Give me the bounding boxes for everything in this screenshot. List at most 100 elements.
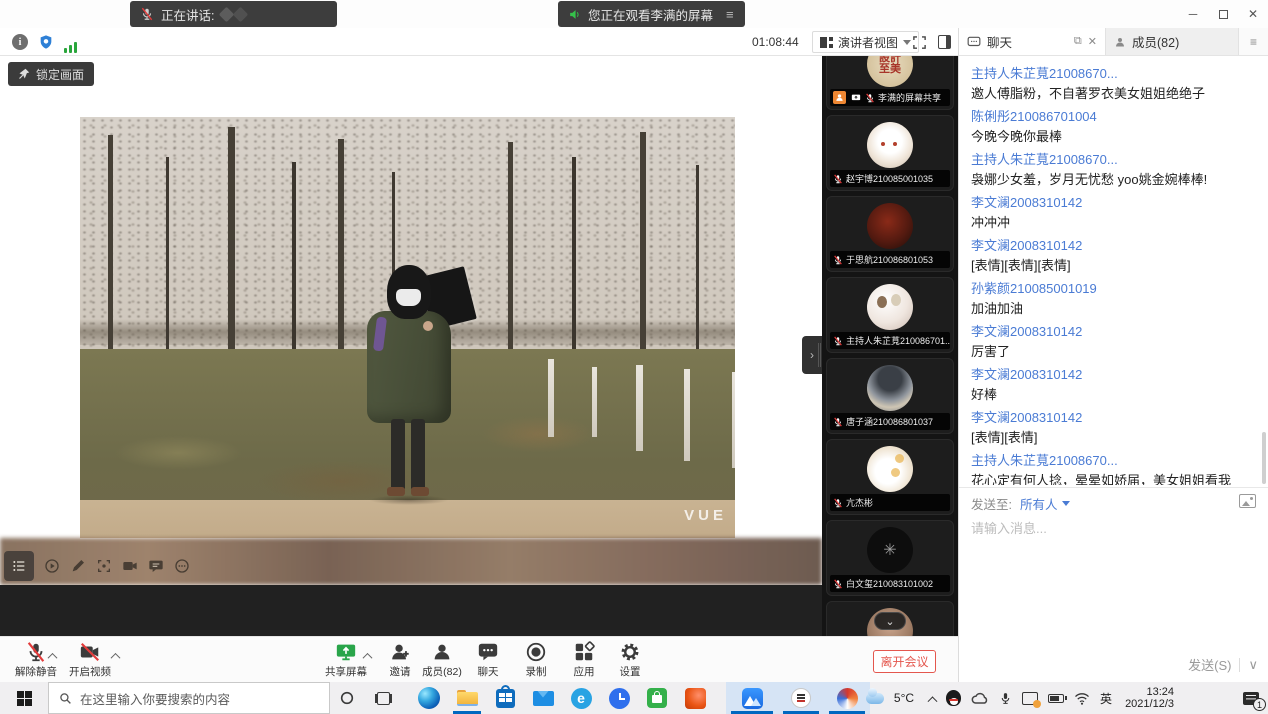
network-signal-icon[interactable] bbox=[64, 37, 80, 53]
screen-cast-icon[interactable] bbox=[1017, 682, 1043, 714]
tab-chat[interactable]: 聊天 ⧉ ✕ bbox=[959, 28, 1105, 55]
speaking-indicator: 正在讲话: bbox=[130, 1, 337, 27]
cortana-icon[interactable] bbox=[334, 682, 360, 714]
comment-icon[interactable] bbox=[148, 558, 164, 574]
hidden-icons-chevron[interactable] bbox=[924, 682, 941, 714]
start-button[interactable] bbox=[0, 682, 48, 714]
send-image-icon[interactable] bbox=[1239, 494, 1256, 508]
speaker-avatar bbox=[233, 6, 249, 22]
scroll-more-button[interactable]: ⌄ bbox=[874, 612, 906, 630]
invite-icon bbox=[389, 641, 411, 663]
shield-icon[interactable] bbox=[38, 34, 54, 50]
chat-panel: 聊天 ⧉ ✕ 成员(82) ≡ 主持人朱芷萈21008670... 邀人傅脂粉，… bbox=[958, 28, 1268, 682]
view-mode-dropdown[interactable]: 演讲者视图 bbox=[812, 31, 919, 53]
office-icon[interactable] bbox=[676, 682, 714, 714]
participant-tile[interactable]: 唐子涵210086801037 bbox=[826, 358, 954, 434]
close-chat-icon[interactable]: ✕ bbox=[1088, 35, 1097, 48]
taskbar-clock[interactable]: 13:242021/12/3 bbox=[1117, 686, 1182, 711]
green-store-app-icon[interactable] bbox=[638, 682, 676, 714]
title-bar: 正在讲话: 您正在观看李满的屏幕 ≡ ─ ✕ bbox=[0, 0, 1268, 28]
store-icon[interactable] bbox=[486, 682, 524, 714]
clock-time: 13:24 bbox=[1125, 686, 1174, 699]
meeting-app-icon[interactable] bbox=[726, 682, 778, 714]
list-icon[interactable] bbox=[4, 551, 34, 581]
minimize-button[interactable]: ─ bbox=[1178, 0, 1208, 28]
clock-app-icon[interactable] bbox=[600, 682, 638, 714]
avatar-scarf bbox=[867, 365, 913, 411]
settings-button[interactable]: 设置 bbox=[602, 641, 658, 679]
layout-panel-icon[interactable] bbox=[938, 35, 951, 49]
battery-icon[interactable] bbox=[1043, 682, 1069, 714]
mail-icon[interactable] bbox=[524, 682, 562, 714]
camera-muted-icon bbox=[79, 641, 101, 663]
close-button[interactable]: ✕ bbox=[1238, 0, 1268, 28]
shared-video[interactable]: VUE @番薯叶炒番薯 bbox=[80, 117, 735, 538]
message-text: 今晚今晚你最棒 bbox=[971, 127, 1256, 147]
search-icon bbox=[59, 692, 72, 705]
participant-tile[interactable]: 于思航210086801053 bbox=[826, 196, 954, 272]
chat-scrollbar[interactable] bbox=[1262, 432, 1266, 484]
chat-panel-header: 聊天 ⧉ ✕ 成员(82) ≡ bbox=[959, 28, 1268, 56]
avatar-goose bbox=[867, 446, 913, 492]
message-input[interactable]: 请输入消息... bbox=[971, 518, 1047, 537]
send-options-chevron[interactable]: ∨ bbox=[1248, 657, 1258, 673]
mic-muted-icon bbox=[833, 579, 843, 589]
participant-tile[interactable]: ✳白文玺210083101002 bbox=[826, 520, 954, 596]
leave-meeting-button[interactable]: 离开会议 bbox=[873, 650, 936, 673]
qq-icon[interactable] bbox=[941, 682, 966, 714]
file-explorer-icon[interactable] bbox=[448, 682, 486, 714]
more-icon[interactable] bbox=[174, 558, 190, 574]
participant-tile[interactable]: 主持人朱芷萈210086701... bbox=[826, 277, 954, 353]
participant-tile[interactable]: 亢杰彬 bbox=[826, 439, 954, 515]
video-person bbox=[355, 265, 465, 505]
mic-muted-icon bbox=[833, 417, 843, 427]
pin-view-button[interactable]: 锁定画面 bbox=[8, 62, 94, 86]
fullscreen-icon[interactable] bbox=[912, 35, 928, 51]
camera-icon[interactable] bbox=[122, 558, 138, 574]
view-mode-label: 演讲者视图 bbox=[838, 34, 898, 51]
message-sender: 孙紫颜210085001019 bbox=[971, 279, 1256, 299]
panel-menu-icon[interactable]: ≡ bbox=[1239, 28, 1268, 55]
toolbar-label: 应用 bbox=[574, 664, 595, 679]
wifi-icon[interactable] bbox=[1069, 682, 1095, 714]
elapsed-time: 01:08:44 bbox=[752, 35, 799, 49]
focus-icon[interactable] bbox=[96, 558, 112, 574]
page-dark-strip bbox=[0, 585, 822, 636]
send-button[interactable]: 发送(S) bbox=[1188, 655, 1231, 674]
ime-indicator[interactable]: 英 bbox=[1095, 682, 1117, 714]
chevron-up-icon[interactable] bbox=[362, 651, 372, 661]
weather-icon[interactable] bbox=[861, 682, 889, 714]
edge-icon[interactable] bbox=[410, 682, 448, 714]
clock-date: 2021/12/3 bbox=[1125, 698, 1174, 711]
chevron-up-icon[interactable] bbox=[47, 651, 57, 661]
participant-tile[interactable]: 赵宇博210085001035 bbox=[826, 115, 954, 191]
pencil-icon[interactable] bbox=[70, 558, 86, 574]
message-text: 袅娜少女羞，岁月无忧愁 yoo姚金婉棒棒! bbox=[971, 170, 1256, 190]
chevron-up-icon[interactable] bbox=[110, 651, 120, 661]
play-icon[interactable] bbox=[44, 558, 60, 574]
info-icon[interactable]: i bbox=[12, 34, 28, 50]
microphone-icon[interactable] bbox=[994, 682, 1017, 714]
chat-message: 主持人朱芷萈21008670... 花心定有何人捻，晕晕如娇届，美女姐姐看我 bbox=[971, 451, 1256, 485]
white-circle-app-icon[interactable] bbox=[778, 682, 824, 714]
tab-members[interactable]: 成员(82) bbox=[1105, 28, 1239, 55]
chat-messages[interactable]: 主持人朱芷萈21008670... 邀人傅脂粉，不自著罗衣美女姐姐绝绝子陈俐彤2… bbox=[959, 57, 1268, 485]
meeting-toolbar: 离开会议 解除静音 开启视频 共享屏幕 邀请 成员(82) 聊天 录制 应用 bbox=[0, 636, 958, 682]
annotation-toolbar bbox=[4, 551, 190, 581]
cloud-icon[interactable] bbox=[966, 682, 994, 714]
participant-name: 唐子涵210086801037 bbox=[830, 413, 950, 430]
participant-tile[interactable]: 設計至美李满的屏幕共享 bbox=[826, 56, 954, 110]
notification-center-icon[interactable]: 1 bbox=[1234, 682, 1268, 714]
banner-menu-icon[interactable]: ≡ bbox=[726, 7, 735, 22]
avatar-darkred bbox=[867, 203, 913, 249]
blue-e-app-icon[interactable]: e bbox=[562, 682, 600, 714]
send-to-select[interactable]: 所有人 bbox=[1020, 494, 1070, 513]
taskbar-search[interactable]: 在这里输入你要搜索的内容 bbox=[48, 682, 330, 714]
popout-icon[interactable]: ⧉ bbox=[1074, 35, 1082, 48]
collapse-strip-handle[interactable]: › bbox=[802, 336, 822, 374]
pin-icon bbox=[18, 68, 30, 80]
participant-name: 李满的屏幕共享 bbox=[830, 89, 950, 106]
task-view-icon[interactable] bbox=[370, 682, 396, 714]
maximize-button[interactable] bbox=[1208, 0, 1238, 28]
toolbar-label: 开启视频 bbox=[69, 664, 111, 679]
